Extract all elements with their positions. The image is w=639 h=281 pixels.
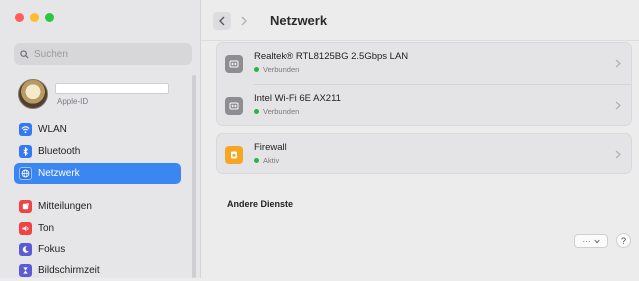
other-services-heading: Andere Dienste <box>227 199 294 209</box>
sidebar-scrollbar[interactable] <box>192 75 196 278</box>
sidebar-item-netzwerk[interactable]: Netzwerk <box>14 163 181 184</box>
bluetooth-icon <box>19 145 32 158</box>
bell-icon <box>19 200 32 213</box>
account-name-redacted <box>55 82 169 94</box>
sidebar: Apple-ID WLAN Bluetooth Netzwerk Mitteil… <box>0 0 201 278</box>
chevron-right-icon <box>241 16 247 26</box>
sidebar-item-wlan[interactable]: WLAN <box>14 119 181 140</box>
sidebar-item-label: Fokus <box>38 244 66 255</box>
toolbar: Netzwerk <box>201 0 639 41</box>
sidebar-item-label: Bluetooth <box>38 146 81 157</box>
status-dot-icon <box>254 67 259 72</box>
sidebar-item-ton[interactable]: Ton <box>14 218 181 239</box>
sidebar-item-mitteilungen[interactable]: Mitteilungen <box>14 196 181 217</box>
ethernet-icon <box>225 55 243 73</box>
chevron-right-icon <box>615 150 621 159</box>
more-actions-label: ··· <box>582 236 591 246</box>
avatar <box>18 79 48 109</box>
service-title: Realtek® RTL8125BG 2.5Gbps LAN <box>254 51 409 62</box>
help-label: ? <box>620 235 626 246</box>
sidebar-item-label: WLAN <box>38 124 67 135</box>
ethernet-icon <box>225 97 243 115</box>
sidebar-item-label: Bildschirmzeit <box>38 265 100 276</box>
search-icon <box>20 49 29 59</box>
chevron-right-icon <box>615 59 621 68</box>
service-status-label: Verbunden <box>263 107 300 116</box>
hourglass-icon <box>19 264 32 277</box>
service-status: Verbunden <box>254 65 299 74</box>
more-actions-button[interactable]: ··· <box>574 234 608 248</box>
service-title: Intel Wi-Fi 6E AX211 <box>254 93 341 104</box>
forward-button[interactable] <box>235 12 253 30</box>
search-field[interactable] <box>14 43 192 65</box>
apple-id-account[interactable]: Apple-ID <box>18 77 188 111</box>
apple-id-label: Apple-ID <box>57 96 89 106</box>
service-row-realtek[interactable]: Realtek® RTL8125BG 2.5Gbps LAN Verbunden <box>217 43 631 84</box>
firewall-title: Firewall <box>254 142 287 153</box>
chevron-right-icon <box>615 101 621 110</box>
help-button[interactable]: ? <box>616 233 631 248</box>
firewall-status: Aktiv <box>254 156 279 165</box>
zoom-window-button[interactable] <box>45 13 54 22</box>
sidebar-item-label: Mitteilungen <box>38 201 92 212</box>
firewall-icon <box>225 146 243 164</box>
firewall-status-label: Aktiv <box>263 156 280 165</box>
moon-icon <box>19 243 32 256</box>
close-window-button[interactable] <box>15 13 24 22</box>
firewall-row[interactable]: Firewall Aktiv <box>217 134 631 175</box>
wifi-icon <box>19 123 32 136</box>
chevron-left-icon <box>219 16 225 26</box>
service-status: Verbunden <box>254 107 299 116</box>
service-status-label: Verbunden <box>263 65 300 74</box>
globe-icon <box>19 167 32 180</box>
minimize-window-button[interactable] <box>30 13 39 22</box>
sidebar-item-bluetooth[interactable]: Bluetooth <box>14 141 181 162</box>
window-controls <box>15 13 54 22</box>
status-dot-icon <box>254 109 259 114</box>
network-services-card: Realtek® RTL8125BG 2.5Gbps LAN Verbunden… <box>216 42 632 126</box>
page-title: Netzwerk <box>270 13 328 28</box>
sidebar-item-label: Ton <box>38 223 55 234</box>
chevron-down-icon <box>593 239 600 243</box>
service-row-intel-wifi[interactable]: Intel Wi-Fi 6E AX211 Verbunden <box>217 85 631 126</box>
sidebar-item-label: Netzwerk <box>38 168 80 179</box>
sidebar-item-fokus[interactable]: Fokus <box>14 239 181 260</box>
speaker-icon <box>19 222 32 235</box>
back-button[interactable] <box>213 12 231 30</box>
firewall-card: Firewall Aktiv <box>216 133 632 174</box>
status-dot-icon <box>254 158 259 163</box>
search-input[interactable] <box>34 48 174 60</box>
